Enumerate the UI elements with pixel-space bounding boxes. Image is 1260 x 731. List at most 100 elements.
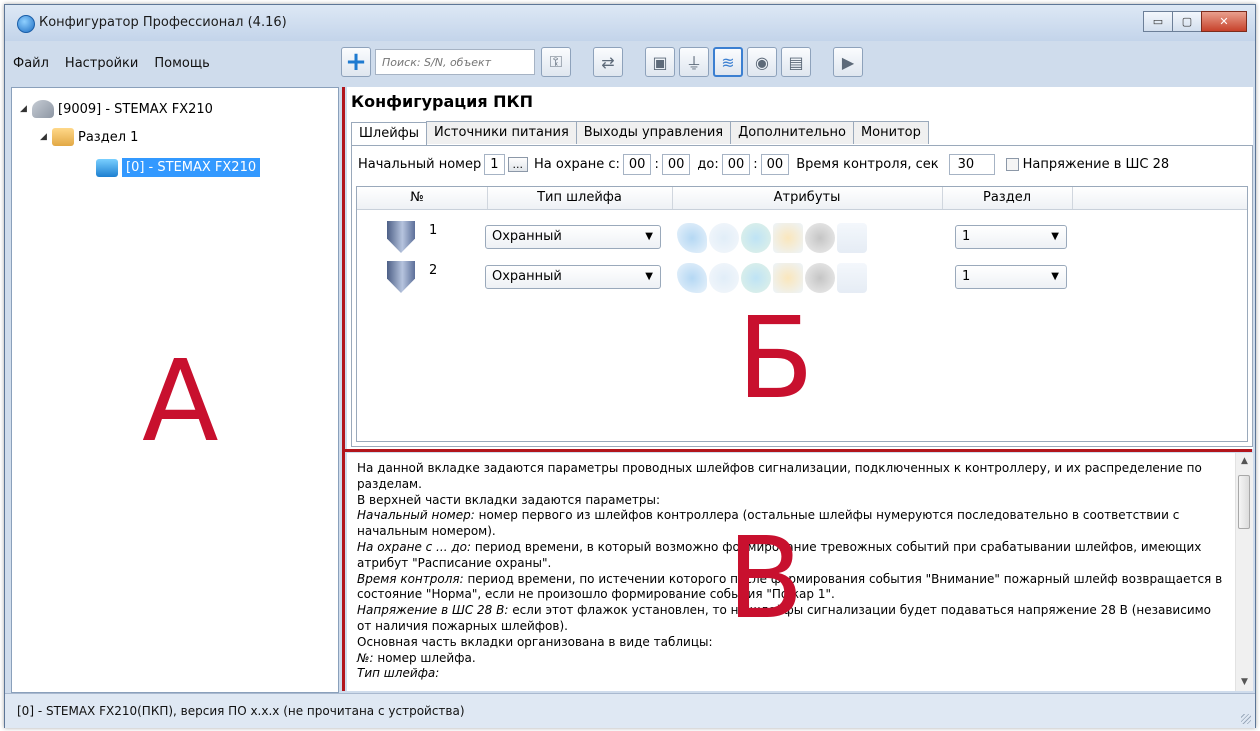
toolbar: + ⚿ ⇄ ▣ ⏚ ≋ ◉ ▤ ▶ [341, 43, 867, 81]
dropdown-arrow-icon: ▼ [1051, 231, 1059, 242]
loop-number: 2 [429, 263, 438, 278]
voltage-28-label: Напряжение в ШС 28 [1022, 157, 1170, 172]
region-label-a: А [142, 337, 219, 467]
app-icon [17, 15, 35, 33]
section-value: 1 [962, 269, 971, 284]
modem-icon[interactable]: ▤ [781, 47, 811, 77]
schedule-attr-icon[interactable] [837, 263, 867, 293]
column-header-number[interactable]: № [397, 190, 437, 205]
delay-timer-attr-icon[interactable] [709, 263, 739, 293]
table-row[interactable]: 1 Охранный ▼ 1 ▼ [357, 219, 1247, 257]
auto-rearm-attr-icon[interactable] [741, 263, 771, 293]
menu-bar: Файл Настройки Помощь [5, 41, 337, 85]
from-minutes-field[interactable]: 00 [661, 154, 691, 175]
table-row[interactable]: 2 Охранный ▼ 1 ▼ [357, 259, 1247, 297]
dropdown-arrow-icon: ▼ [645, 271, 653, 282]
connect-icon[interactable]: ⇄ [593, 47, 623, 77]
walk-through-attr-icon[interactable] [677, 223, 707, 253]
search-input[interactable] [375, 49, 535, 75]
tree-node-device[interactable]: [0] - STEMAX FX210 [96, 158, 261, 177]
column-separator [1072, 187, 1073, 209]
scroll-down-icon[interactable]: ▼ [1236, 674, 1253, 691]
24h-attr-icon[interactable] [773, 263, 803, 293]
key-icon[interactable]: ⚿ [541, 47, 571, 77]
loop-number: 1 [429, 223, 438, 238]
from-hours-field[interactable]: 00 [622, 154, 652, 175]
horizontal-splitter[interactable] [342, 449, 1252, 452]
tab-monitor[interactable]: Монитор [852, 121, 929, 144]
description-paragraph: №: номер шлейфа. [357, 650, 476, 665]
tab-outputs[interactable]: Выходы управления [575, 121, 732, 144]
column-header-attributes[interactable]: Атрибуты [672, 190, 942, 205]
tab-strip: Шлейфы Источники питания Выходы управлен… [351, 121, 929, 145]
start-number-browse-button[interactable]: ... [507, 157, 528, 172]
tab-power-sources[interactable]: Источники питания [426, 121, 577, 144]
24h-attr-icon[interactable] [773, 223, 803, 253]
column-header-section[interactable]: Раздел [942, 190, 1072, 205]
maximize-button[interactable]: ▢ [1172, 11, 1202, 32]
tab-advanced[interactable]: Дополнительно [730, 121, 854, 144]
description-scrollbar[interactable]: ▲ ▼ [1235, 453, 1253, 691]
tab-loops[interactable]: Шлейфы [351, 122, 428, 145]
expand-arrow-icon[interactable]: ◢ [20, 104, 32, 114]
device-tree-panel: ◢ [9009] - STEMAX FX210 ◢ Раздел 1 [0] -… [11, 87, 339, 693]
tree-node-label-selected: [0] - STEMAX FX210 [122, 158, 261, 177]
security-shield-icon [387, 261, 415, 293]
tree-node-section[interactable]: ◢ Раздел 1 [40, 128, 138, 146]
scroll-thumb[interactable] [1238, 475, 1250, 529]
minimize-button[interactable]: ▭ [1143, 11, 1173, 32]
to-minutes-field[interactable]: 00 [760, 154, 790, 175]
tree-node-label: Раздел 1 [78, 129, 139, 145]
wifi-icon[interactable]: ≋ [713, 47, 743, 77]
tab-content: Начальный номер 1 ... На охране с: 00 : … [351, 145, 1253, 447]
menu-help[interactable]: Помощь [146, 56, 217, 71]
start-number-field[interactable]: 1 [484, 154, 505, 175]
silent-attr-icon[interactable] [805, 263, 835, 293]
silent-attr-icon[interactable] [805, 223, 835, 253]
table-header: № Тип шлейфа Атрибуты Раздел [357, 187, 1247, 210]
section-folder-icon [52, 128, 74, 146]
column-header-type[interactable]: Тип шлейфа [487, 190, 672, 205]
title-bar: Конфигуратор Профессионал (4.16) ▭ ▢ ✕ [5, 5, 1255, 41]
loop-type-value: Охранный [492, 229, 562, 244]
schedule-attr-icon[interactable] [837, 223, 867, 253]
close-button[interactable]: ✕ [1201, 11, 1247, 32]
loop-attributes [677, 223, 869, 253]
vertical-splitter[interactable] [342, 87, 345, 691]
menu-settings[interactable]: Настройки [57, 56, 146, 71]
section-select[interactable]: 1 ▼ [955, 265, 1067, 289]
description-paragraph: На данной вкладке задаются параметры про… [357, 461, 1202, 491]
window-controls: ▭ ▢ ✕ [1143, 11, 1247, 32]
loop-type-select[interactable]: Охранный ▼ [485, 225, 661, 249]
add-device-button[interactable]: + [341, 47, 371, 77]
menu-file[interactable]: Файл [5, 56, 57, 71]
loop-attributes [677, 263, 869, 293]
delay-timer-attr-icon[interactable] [709, 223, 739, 253]
section-select[interactable]: 1 ▼ [955, 225, 1067, 249]
control-time-field[interactable]: 30 [948, 154, 995, 175]
globe-icon[interactable]: ◉ [747, 47, 777, 77]
loop-type-value: Охранный [492, 269, 562, 284]
status-bar: [0] - STEMAX FX210(ПКП), версия ПО x.x.x… [5, 693, 1255, 728]
voltage-28-checkbox[interactable] [1005, 158, 1019, 171]
lock-device-icon[interactable]: ▣ [645, 47, 675, 77]
expand-arrow-icon[interactable]: ◢ [40, 132, 52, 142]
usb-connect-icon[interactable]: ⏚ [679, 47, 709, 77]
control-time-label: Время контроля, сек [796, 157, 939, 172]
region-label-b: Б [737, 294, 814, 424]
dropdown-arrow-icon: ▼ [645, 231, 653, 242]
tree-node-root[interactable]: ◢ [9009] - STEMAX FX210 [20, 100, 213, 118]
resize-grip-icon[interactable] [1241, 714, 1251, 724]
status-text: [0] - STEMAX FX210(ПКП), версия ПО x.x.x… [17, 704, 465, 718]
security-shield-icon [387, 221, 415, 253]
loops-table: № Тип шлейфа Атрибуты Раздел 1 Охранный … [356, 186, 1248, 442]
play-icon[interactable]: ▶ [833, 47, 863, 77]
auto-rearm-attr-icon[interactable] [741, 223, 771, 253]
scroll-up-icon[interactable]: ▲ [1236, 453, 1253, 470]
loop-type-select[interactable]: Охранный ▼ [485, 265, 661, 289]
walk-through-attr-icon[interactable] [677, 263, 707, 293]
satellite-icon [32, 100, 54, 118]
device-icon [96, 158, 118, 177]
armed-to-label: до: [697, 157, 719, 172]
to-hours-field[interactable]: 00 [721, 154, 751, 175]
